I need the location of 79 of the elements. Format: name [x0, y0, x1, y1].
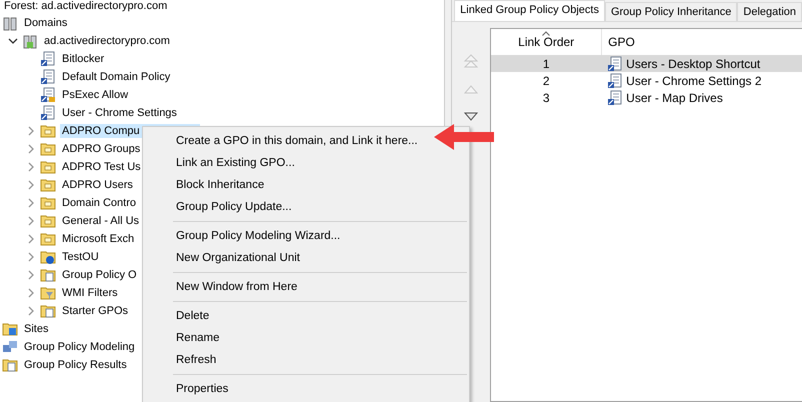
tab[interactable]: Delegation	[737, 2, 802, 21]
collapsed-chevron-icon[interactable]	[26, 126, 36, 136]
computers-icon	[2, 339, 18, 355]
tree-item[interactable]: ADPRO Users	[60, 178, 135, 192]
tree-item[interactable]: ad.activedirectorypro.com	[42, 34, 172, 48]
tree-item[interactable]: Group Policy O	[60, 268, 139, 282]
document-shortcut-icon	[40, 105, 56, 121]
tree-item[interactable]: Domain Contro	[60, 196, 138, 210]
folder-icon	[40, 213, 56, 229]
document-shortcut-icon	[607, 56, 624, 72]
server-icon	[22, 33, 38, 49]
collapsed-chevron-icon[interactable]	[26, 288, 36, 298]
tree-item[interactable]: User - Chrome Settings	[60, 106, 179, 120]
sites-folder-icon	[2, 321, 18, 337]
tree-item[interactable]: Bitlocker	[60, 52, 106, 66]
tab[interactable]: Linked Group Policy Objects	[454, 0, 605, 21]
menu-item[interactable]: Refresh	[174, 349, 218, 371]
document-shortcut-icon	[40, 69, 56, 85]
table-cell-text: 3	[542, 90, 550, 104]
menu-item[interactable]: Link an Existing GPO...	[174, 152, 297, 174]
folder-icon	[40, 141, 56, 157]
menu-item[interactable]: Group Policy Update...	[174, 196, 294, 218]
collapsed-chevron-icon[interactable]	[26, 216, 36, 226]
folder-icon	[40, 159, 56, 175]
tab[interactable]: Group Policy Inheritance	[604, 2, 738, 21]
collapsed-chevron-icon[interactable]	[26, 306, 36, 316]
expanded-chevron-icon[interactable]	[8, 36, 18, 46]
table-cell: User - Map Drives	[626, 90, 723, 104]
document-shortcut-icon	[40, 51, 56, 67]
menu-item[interactable]: New Window from Here	[174, 276, 300, 298]
tree-item[interactable]: ADPRO Test Us	[60, 160, 143, 174]
locked-document-icon	[40, 87, 56, 103]
tree-item[interactable]: Microsoft Exch	[60, 232, 136, 246]
tree-item[interactable]: WMI Filters	[60, 286, 120, 300]
gpo-row[interactable]: 2 User - Chrome Settings 2	[491, 72, 802, 89]
folder-icon	[40, 195, 56, 211]
sort-caret-icon	[542, 31, 550, 36]
collapsed-chevron-icon[interactable]	[26, 144, 36, 154]
tree-item[interactable]: PsExec Allow	[60, 88, 130, 102]
tree-root-item[interactable]: Group Policy Modeling	[22, 340, 137, 354]
arrow-icon	[432, 122, 496, 152]
table-cell-text: 1	[542, 56, 550, 70]
forest-label: Forest: ad.activedirectorypro.com	[3, 0, 168, 14]
tree-item[interactable]: General - All Us	[60, 214, 142, 228]
collapsed-chevron-icon[interactable]	[26, 252, 36, 262]
tree-item[interactable]: ADPRO Groups	[60, 142, 142, 156]
collapsed-chevron-icon[interactable]	[26, 180, 36, 190]
menu-item[interactable]: Group Policy Modeling Wizard...	[174, 225, 342, 247]
collapsed-chevron-icon[interactable]	[26, 198, 36, 208]
document-folder-icon	[40, 303, 56, 319]
menu-item[interactable]: Rename	[174, 327, 222, 349]
folder-icon	[40, 123, 56, 139]
menu-item[interactable]: New Organizational Unit	[174, 247, 302, 269]
collapsed-chevron-icon[interactable]	[26, 162, 36, 172]
menu-item[interactable]: Delete	[174, 305, 212, 327]
tree-root-item[interactable]: Sites	[22, 322, 50, 336]
tree-item[interactable]: Default Domain Policy	[60, 70, 172, 84]
table-cell: Users - Desktop Shortcut	[626, 56, 760, 70]
gpo-row[interactable]: 3 User - Map Drives	[491, 89, 802, 106]
collapsed-chevron-icon[interactable]	[26, 234, 36, 244]
document-shortcut-icon	[607, 72, 624, 88]
tree-item[interactable]: Starter GPOs	[60, 304, 130, 318]
folder-icon	[40, 177, 56, 193]
menu-item[interactable]: Block Inheritance	[174, 174, 266, 196]
folder-icon	[40, 231, 56, 247]
folder-info-icon	[40, 249, 56, 265]
gpo-row[interactable]: 1 Users - Desktop Shortcut	[491, 55, 802, 72]
servers-icon	[2, 15, 18, 31]
table-cell-text: 2	[542, 74, 550, 88]
tree-root-item[interactable]: Group Policy Results	[22, 358, 129, 372]
collapsed-chevron-icon[interactable]	[26, 270, 36, 280]
menu-item[interactable]: Properties	[174, 378, 230, 400]
filter-folder-icon	[40, 285, 56, 301]
document-shortcut-icon	[607, 90, 624, 106]
document-folder-icon	[40, 267, 56, 283]
table-cell: User - Chrome Settings 2	[626, 74, 762, 88]
column-header[interactable]: Link Order	[491, 35, 602, 49]
tree-root-item[interactable]: Domains	[22, 16, 70, 30]
tree-item[interactable]: TestOU	[60, 250, 101, 264]
